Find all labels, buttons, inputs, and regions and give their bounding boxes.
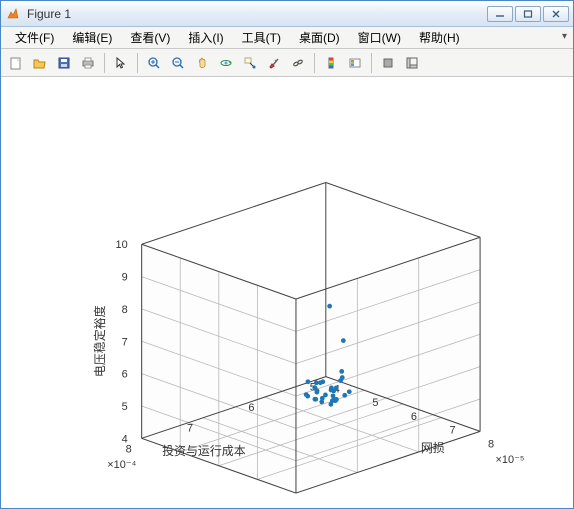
- window-buttons: [487, 6, 569, 22]
- brush-button[interactable]: [263, 52, 285, 74]
- toolbar-separator: [314, 53, 315, 73]
- svg-text:6: 6: [248, 402, 254, 414]
- data-cursor-button[interactable]: [239, 52, 261, 74]
- toolbar-separator: [137, 53, 138, 73]
- menu-bar: 文件(F) 编辑(E) 查看(V) 插入(I) 工具(T) 桌面(D) 窗口(W…: [1, 27, 573, 49]
- menu-file[interactable]: 文件(F): [7, 27, 62, 48]
- colorbar-button[interactable]: [320, 52, 342, 74]
- svg-text:6: 6: [122, 369, 128, 381]
- menu-overflow-icon[interactable]: ▾: [562, 31, 567, 42]
- minimize-button[interactable]: [487, 6, 513, 22]
- menu-insert[interactable]: 插入(I): [180, 27, 231, 48]
- menu-view[interactable]: 查看(V): [122, 27, 178, 48]
- new-figure-button[interactable]: [5, 52, 27, 74]
- svg-text:5: 5: [372, 397, 378, 409]
- zoom-in-button[interactable]: [143, 52, 165, 74]
- zoom-out-button[interactable]: [167, 52, 189, 74]
- menu-desktop[interactable]: 桌面(D): [291, 27, 348, 48]
- svg-text:7: 7: [187, 423, 193, 435]
- svg-text:6: 6: [411, 411, 417, 423]
- svg-text:网损: 网损: [421, 441, 445, 455]
- pointer-button[interactable]: [110, 52, 132, 74]
- legend-button[interactable]: [344, 52, 366, 74]
- save-button[interactable]: [53, 52, 75, 74]
- svg-text:×10⁻⁴: ×10⁻⁴: [107, 459, 136, 471]
- svg-text:×10⁻⁵: ×10⁻⁵: [496, 454, 525, 466]
- link-button[interactable]: [287, 52, 309, 74]
- svg-text:8: 8: [488, 438, 494, 450]
- menu-window[interactable]: 窗口(W): [350, 27, 409, 48]
- close-button[interactable]: [543, 6, 569, 22]
- axes-canvas[interactable]: 45678910567845678×10⁻⁴×10⁻⁵电压稳定裕度投资与运行成本…: [1, 77, 573, 508]
- svg-text:8: 8: [126, 443, 132, 455]
- menu-tools[interactable]: 工具(T): [234, 27, 289, 48]
- svg-text:5: 5: [122, 401, 128, 413]
- maximize-button[interactable]: [515, 6, 541, 22]
- svg-text:7: 7: [122, 336, 128, 348]
- scatter3-plot: 45678910567845678×10⁻⁴×10⁻⁵电压稳定裕度投资与运行成本…: [1, 78, 573, 508]
- menu-help[interactable]: 帮助(H): [411, 27, 468, 48]
- pan-button[interactable]: [191, 52, 213, 74]
- toolbar-separator: [371, 53, 372, 73]
- hide-plot-tools-button[interactable]: [377, 52, 399, 74]
- print-button[interactable]: [77, 52, 99, 74]
- window-title: Figure 1: [27, 7, 487, 21]
- svg-text:7: 7: [449, 425, 455, 437]
- rotate3d-button[interactable]: [215, 52, 237, 74]
- figure-window: Figure 1 文件(F) 编辑(E) 查看(V) 插入(I) 工具(T) 桌…: [0, 0, 574, 509]
- svg-text:10: 10: [116, 239, 128, 251]
- matlab-figure-icon: [5, 6, 21, 22]
- toolbar-separator: [104, 53, 105, 73]
- svg-text:8: 8: [122, 304, 128, 316]
- title-bar[interactable]: Figure 1: [1, 1, 573, 27]
- toolbar: [1, 49, 573, 77]
- open-button[interactable]: [29, 52, 51, 74]
- svg-text:投资与运行成本: 投资与运行成本: [162, 443, 246, 458]
- svg-text:电压稳定裕度: 电压稳定裕度: [92, 305, 107, 377]
- menu-edit[interactable]: 编辑(E): [64, 27, 120, 48]
- svg-text:9: 9: [122, 272, 128, 284]
- show-plot-tools-button[interactable]: [401, 52, 423, 74]
